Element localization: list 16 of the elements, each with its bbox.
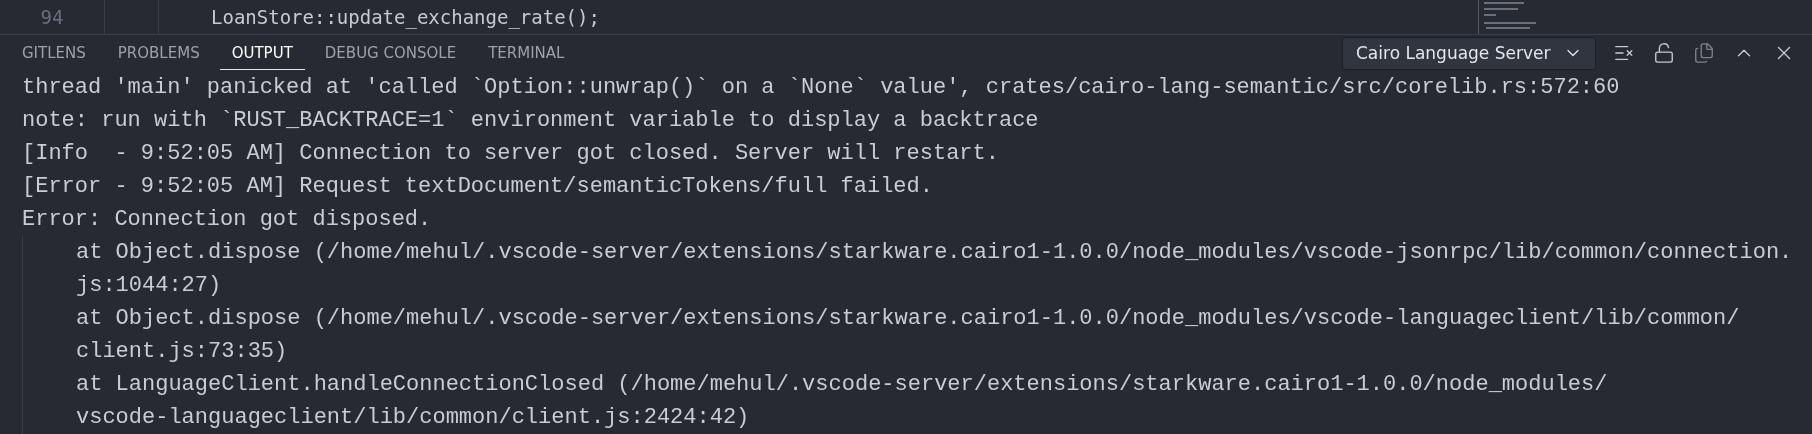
log-line: Error: Connection got disposed. [22, 206, 433, 234]
code-line: LoanStore::update_exchange_rate(); [211, 6, 601, 28]
panel-tab[interactable]: DEBUG CONSOLE [312, 36, 469, 70]
channel-dropdown[interactable]: Cairo Language Server [1342, 36, 1596, 70]
panel-tab[interactable]: TERMINAL [476, 36, 577, 70]
log-line: [Error - 9:52:05 AM] Request textDocument/semanticTokens/full failed. [22, 173, 934, 201]
stack-trace-line: at LanguageClient.handleConnectionClosed (/home/mehul/.vscode-server/extensions/starkware.cairo1-1.0.0/node_modules/ vscode-languageclient/lib/common/client.js:2424:42) [76, 371, 1609, 432]
panel-tab[interactable]: PROBLEMS [105, 36, 212, 70]
log-line: [Info - 9:52:05 AM] Connection to server got closed. Server will restart. [22, 140, 1000, 168]
log-line: thread 'main' panicked at 'called `Option::unwrap()` on a `None` value', crates/cairo-lang-semantic/src/corelib.rs:572:60 [22, 74, 1621, 102]
log-line: note: run with `RUST_BACKTRACE=1` environment variable to display a backtrace [22, 107, 1040, 135]
line-number: 94 [40, 6, 64, 28]
stack-trace-line: at Object.dispose (/home/mehul/.vscode-server/extensions/starkware.cairo1-1.0.0/node_modules/vscode-languageclient/lib/common/ client.js:73:35) [76, 305, 1741, 366]
panel-tab[interactable]: GITLENS [10, 36, 98, 70]
stack-trace-line: at Object.dispose (/home/mehul/.vscode-server/extensions/starkware.cairo1-1.0.0/node_modules/vscode-jsonrpc/lib/common/connection. js:1044:27) [76, 239, 1794, 300]
panel-tab[interactable]: OUTPUT [219, 36, 305, 70]
